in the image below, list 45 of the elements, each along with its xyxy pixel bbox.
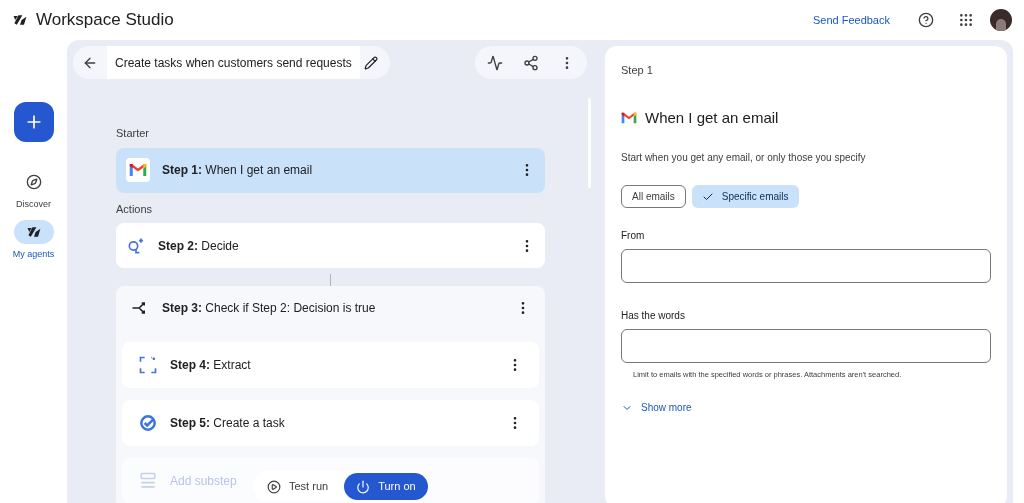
help-icon[interactable] [918, 12, 934, 28]
step-label: Step 5: Create a task [170, 415, 285, 432]
activity-icon[interactable] [487, 54, 503, 71]
avatar[interactable] [990, 9, 1012, 31]
edit-icon[interactable] [363, 55, 378, 70]
step-label: Step 1: When I get an email [162, 162, 313, 179]
test-run-button[interactable]: Test run [255, 473, 341, 500]
filter-chip[interactable]: Specific emails [691, 185, 799, 208]
panel-title: When I get an email [645, 107, 779, 128]
step-label: Step 3: Check if Step 2: Decision is true [162, 300, 377, 317]
mail-icon [621, 111, 637, 124]
task-check-icon [138, 413, 158, 433]
input-field[interactable] [621, 249, 991, 283]
step-label: Step 2: Decide [158, 237, 239, 255]
section-heading: Starter [116, 126, 150, 141]
section-heading: Actions [116, 201, 154, 217]
step-label: Step 4: Extract [170, 357, 251, 374]
app-title: Workspace Studio [36, 9, 175, 32]
step-card[interactable]: Step 5: Create a task [122, 400, 539, 446]
field-label: Has the words [621, 309, 686, 323]
turn-on-button[interactable]: Turn on [344, 473, 428, 500]
field-label: From [621, 229, 646, 243]
input-field[interactable] [621, 329, 991, 363]
substep-icon [138, 471, 158, 491]
compass-icon [25, 174, 42, 190]
step-card[interactable]: Step 1: When I get an email [116, 147, 545, 193]
show-more-button[interactable]: Show more [621, 400, 692, 416]
power-icon [356, 479, 371, 494]
nav-item[interactable]: Discover [13, 170, 54, 212]
step-card[interactable]: Step 4: Extract [122, 342, 539, 388]
step-card[interactable]: Step 2: Decide [116, 223, 545, 268]
play-icon [267, 479, 281, 494]
filter-chip[interactable]: All emails [621, 185, 686, 208]
apps-grid-icon[interactable] [958, 12, 974, 28]
create-button[interactable] [13, 102, 54, 142]
send-feedback-link[interactable]: Send Feedback [812, 11, 890, 29]
flow-title: Create tasks when customers send requests [107, 46, 360, 79]
logo-icon [12, 12, 28, 28]
branch-header[interactable]: Step 3: Check if Step 2: Decision is true [122, 286, 539, 330]
panel-step-label: Step 1 [621, 63, 654, 78]
panel-description: Start when you get any email, or only those you specify [621, 151, 867, 165]
scan-sparkle-icon [138, 355, 158, 375]
step-label: Add substep [170, 473, 237, 490]
mail-icon [129, 163, 147, 177]
share-icon[interactable] [523, 54, 539, 71]
